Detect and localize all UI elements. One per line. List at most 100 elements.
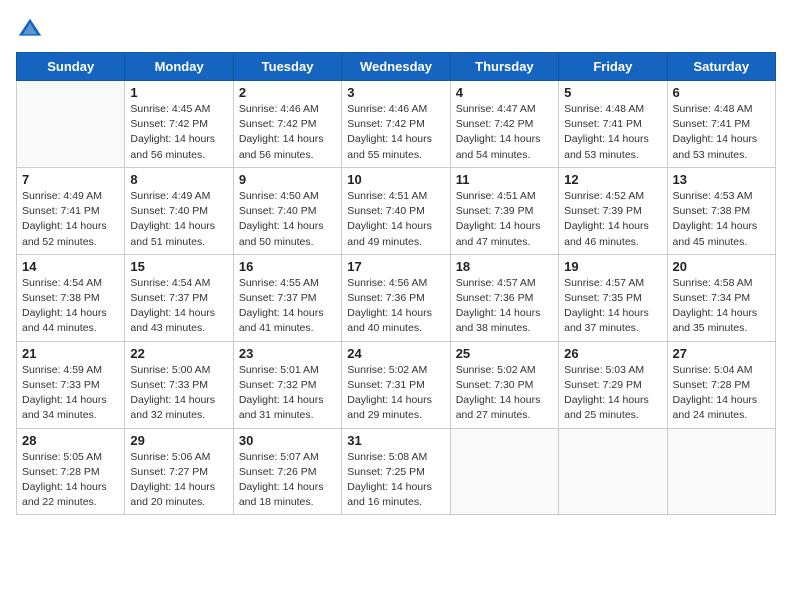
day-number: 24 xyxy=(347,346,444,361)
calendar-cell xyxy=(559,428,667,515)
day-number: 17 xyxy=(347,259,444,274)
day-number: 18 xyxy=(456,259,553,274)
day-info: Sunrise: 4:49 AM Sunset: 7:41 PM Dayligh… xyxy=(22,189,119,250)
day-info: Sunrise: 4:45 AM Sunset: 7:42 PM Dayligh… xyxy=(130,102,227,163)
day-number: 2 xyxy=(239,85,336,100)
day-number: 31 xyxy=(347,433,444,448)
calendar-week-row: 7Sunrise: 4:49 AM Sunset: 7:41 PM Daylig… xyxy=(17,167,776,254)
day-info: Sunrise: 4:46 AM Sunset: 7:42 PM Dayligh… xyxy=(239,102,336,163)
day-number: 30 xyxy=(239,433,336,448)
calendar-week-row: 14Sunrise: 4:54 AM Sunset: 7:38 PM Dayli… xyxy=(17,254,776,341)
day-info: Sunrise: 4:48 AM Sunset: 7:41 PM Dayligh… xyxy=(673,102,770,163)
calendar-cell: 4 Sunrise: 4:47 AM Sunset: 7:42 PM Daylig… xyxy=(450,81,558,168)
weekday-header-monday: Monday xyxy=(125,53,233,81)
day-info: Sunrise: 4:52 AM Sunset: 7:39 PM Dayligh… xyxy=(564,189,661,250)
weekday-header-tuesday: Tuesday xyxy=(233,53,341,81)
day-number: 29 xyxy=(130,433,227,448)
day-number: 21 xyxy=(22,346,119,361)
day-info: Sunrise: 4:50 AM Sunset: 7:40 PM Dayligh… xyxy=(239,189,336,250)
day-info: Sunrise: 5:04 AM Sunset: 7:28 PM Dayligh… xyxy=(673,363,770,424)
calendar-cell: 28 Sunrise: 5:05 AM Sunset: 7:28 PM Dayli… xyxy=(17,428,125,515)
weekday-header-saturday: Saturday xyxy=(667,53,775,81)
day-number: 28 xyxy=(22,433,119,448)
calendar-cell: 3 Sunrise: 4:46 AM Sunset: 7:42 PM Daylig… xyxy=(342,81,450,168)
day-info: Sunrise: 5:05 AM Sunset: 7:28 PM Dayligh… xyxy=(22,450,119,511)
weekday-header-friday: Friday xyxy=(559,53,667,81)
weekday-header-row: SundayMondayTuesdayWednesdayThursdayFrid… xyxy=(17,53,776,81)
day-number: 26 xyxy=(564,346,661,361)
calendar-cell: 29 Sunrise: 5:06 AM Sunset: 7:27 PM Dayli… xyxy=(125,428,233,515)
day-number: 19 xyxy=(564,259,661,274)
day-number: 22 xyxy=(130,346,227,361)
day-number: 9 xyxy=(239,172,336,187)
day-info: Sunrise: 4:47 AM Sunset: 7:42 PM Dayligh… xyxy=(456,102,553,163)
day-number: 13 xyxy=(673,172,770,187)
calendar-cell: 19 Sunrise: 4:57 AM Sunset: 7:35 PM Dayli… xyxy=(559,254,667,341)
calendar-cell: 30 Sunrise: 5:07 AM Sunset: 7:26 PM Dayli… xyxy=(233,428,341,515)
day-info: Sunrise: 4:46 AM Sunset: 7:42 PM Dayligh… xyxy=(347,102,444,163)
day-info: Sunrise: 4:48 AM Sunset: 7:41 PM Dayligh… xyxy=(564,102,661,163)
calendar-cell xyxy=(667,428,775,515)
day-info: Sunrise: 4:55 AM Sunset: 7:37 PM Dayligh… xyxy=(239,276,336,337)
calendar-cell: 20Sunrise: 4:58 AM Sunset: 7:34 PM Dayli… xyxy=(667,254,775,341)
calendar-cell: 6 Sunrise: 4:48 AM Sunset: 7:41 PM Daylig… xyxy=(667,81,775,168)
day-info: Sunrise: 5:01 AM Sunset: 7:32 PM Dayligh… xyxy=(239,363,336,424)
day-number: 6 xyxy=(673,85,770,100)
calendar-cell: 15Sunrise: 4:54 AM Sunset: 7:37 PM Dayli… xyxy=(125,254,233,341)
day-info: Sunrise: 4:49 AM Sunset: 7:40 PM Dayligh… xyxy=(130,189,227,250)
calendar-cell: 24Sunrise: 5:02 AM Sunset: 7:31 PM Dayli… xyxy=(342,341,450,428)
calendar-week-row: 1Sunrise: 4:45 AM Sunset: 7:42 PM Daylig… xyxy=(17,81,776,168)
calendar-cell: 23Sunrise: 5:01 AM Sunset: 7:32 PM Dayli… xyxy=(233,341,341,428)
day-info: Sunrise: 4:51 AM Sunset: 7:39 PM Dayligh… xyxy=(456,189,553,250)
day-number: 8 xyxy=(130,172,227,187)
calendar-cell: 17 Sunrise: 4:56 AM Sunset: 7:36 PM Dayli… xyxy=(342,254,450,341)
calendar-table: SundayMondayTuesdayWednesdayThursdayFrid… xyxy=(16,52,776,515)
calendar-cell: 21Sunrise: 4:59 AM Sunset: 7:33 PM Dayli… xyxy=(17,341,125,428)
day-number: 10 xyxy=(347,172,444,187)
calendar-cell: 18 Sunrise: 4:57 AM Sunset: 7:36 PM Dayli… xyxy=(450,254,558,341)
calendar-cell: 25 Sunrise: 5:02 AM Sunset: 7:30 PM Dayli… xyxy=(450,341,558,428)
day-info: Sunrise: 5:02 AM Sunset: 7:30 PM Dayligh… xyxy=(456,363,553,424)
day-info: Sunrise: 4:53 AM Sunset: 7:38 PM Dayligh… xyxy=(673,189,770,250)
day-info: Sunrise: 5:03 AM Sunset: 7:29 PM Dayligh… xyxy=(564,363,661,424)
day-info: Sunrise: 4:57 AM Sunset: 7:35 PM Dayligh… xyxy=(564,276,661,337)
calendar-cell: 26 Sunrise: 5:03 AM Sunset: 7:29 PM Dayli… xyxy=(559,341,667,428)
calendar-cell: 5 Sunrise: 4:48 AM Sunset: 7:41 PM Daylig… xyxy=(559,81,667,168)
page-header xyxy=(16,16,776,44)
day-info: Sunrise: 4:57 AM Sunset: 7:36 PM Dayligh… xyxy=(456,276,553,337)
logo-icon xyxy=(16,16,44,44)
weekday-header-sunday: Sunday xyxy=(17,53,125,81)
calendar-cell: 22 Sunrise: 5:00 AM Sunset: 7:33 PM Dayli… xyxy=(125,341,233,428)
day-info: Sunrise: 4:51 AM Sunset: 7:40 PM Dayligh… xyxy=(347,189,444,250)
day-number: 25 xyxy=(456,346,553,361)
calendar-cell: 13 Sunrise: 4:53 AM Sunset: 7:38 PM Dayli… xyxy=(667,167,775,254)
calendar-cell: 16Sunrise: 4:55 AM Sunset: 7:37 PM Dayli… xyxy=(233,254,341,341)
calendar-cell: 31Sunrise: 5:08 AM Sunset: 7:25 PM Dayli… xyxy=(342,428,450,515)
day-number: 11 xyxy=(456,172,553,187)
day-info: Sunrise: 4:54 AM Sunset: 7:38 PM Dayligh… xyxy=(22,276,119,337)
calendar-cell xyxy=(17,81,125,168)
logo xyxy=(16,16,48,44)
calendar-cell: 9 Sunrise: 4:50 AM Sunset: 7:40 PM Daylig… xyxy=(233,167,341,254)
calendar-cell: 10 Sunrise: 4:51 AM Sunset: 7:40 PM Dayli… xyxy=(342,167,450,254)
day-number: 5 xyxy=(564,85,661,100)
day-info: Sunrise: 4:54 AM Sunset: 7:37 PM Dayligh… xyxy=(130,276,227,337)
day-number: 3 xyxy=(347,85,444,100)
day-number: 27 xyxy=(673,346,770,361)
calendar-cell: 14Sunrise: 4:54 AM Sunset: 7:38 PM Dayli… xyxy=(17,254,125,341)
calendar-week-row: 28 Sunrise: 5:05 AM Sunset: 7:28 PM Dayli… xyxy=(17,428,776,515)
calendar-cell: 27 Sunrise: 5:04 AM Sunset: 7:28 PM Dayli… xyxy=(667,341,775,428)
calendar-cell: 11 Sunrise: 4:51 AM Sunset: 7:39 PM Dayli… xyxy=(450,167,558,254)
day-number: 4 xyxy=(456,85,553,100)
weekday-header-wednesday: Wednesday xyxy=(342,53,450,81)
day-number: 20 xyxy=(673,259,770,274)
day-info: Sunrise: 5:07 AM Sunset: 7:26 PM Dayligh… xyxy=(239,450,336,511)
calendar-cell: 7Sunrise: 4:49 AM Sunset: 7:41 PM Daylig… xyxy=(17,167,125,254)
day-info: Sunrise: 4:56 AM Sunset: 7:36 PM Dayligh… xyxy=(347,276,444,337)
calendar-cell: 8 Sunrise: 4:49 AM Sunset: 7:40 PM Daylig… xyxy=(125,167,233,254)
day-number: 12 xyxy=(564,172,661,187)
day-info: Sunrise: 5:00 AM Sunset: 7:33 PM Dayligh… xyxy=(130,363,227,424)
day-info: Sunrise: 5:06 AM Sunset: 7:27 PM Dayligh… xyxy=(130,450,227,511)
calendar-cell: 12 Sunrise: 4:52 AM Sunset: 7:39 PM Dayli… xyxy=(559,167,667,254)
weekday-header-thursday: Thursday xyxy=(450,53,558,81)
